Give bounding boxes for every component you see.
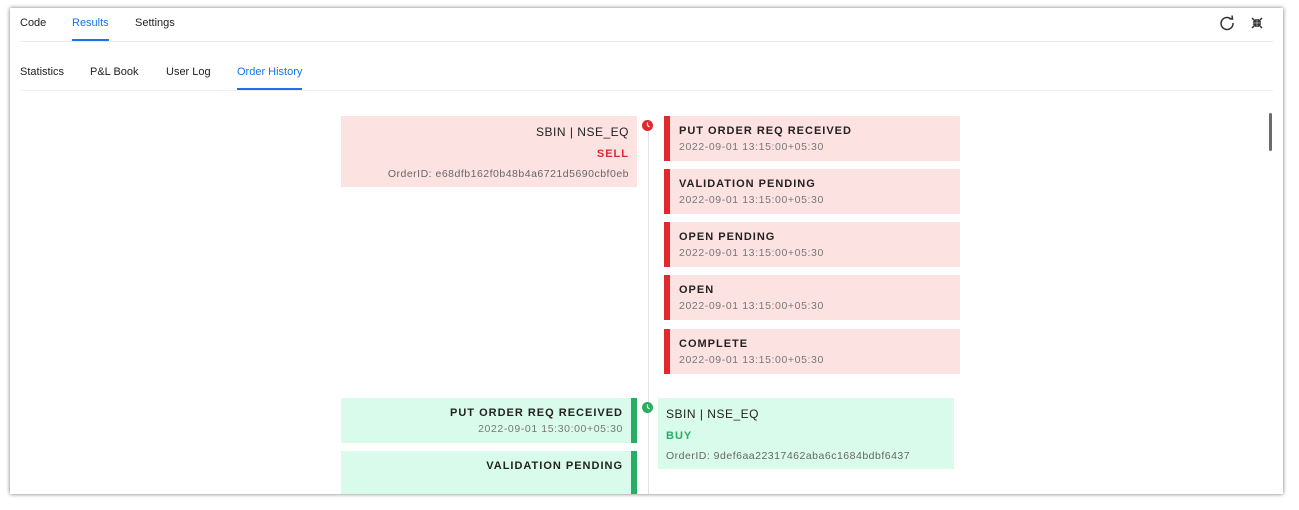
collapse-icon[interactable] <box>1248 14 1266 32</box>
results-panel: Code Results Settings Statistics P&L Boo… <box>10 8 1283 494</box>
status-time: 2022-09-01 13:15:00+05:30 <box>679 247 824 259</box>
clock-icon <box>642 402 653 413</box>
status-time: 2022-09-01 13:15:00+05:30 <box>679 354 824 366</box>
tab-order-history[interactable]: Order History <box>237 66 303 90</box>
status-name: OPEN <box>679 284 715 296</box>
status-item: VALIDATION PENDING <box>341 451 637 494</box>
order-card-sell: SBIN | NSE_EQ SELL OrderID: e68dfb162f0b… <box>341 116 637 187</box>
status-name: PUT ORDER REQ RECEIVED <box>450 407 623 419</box>
status-time: 2022-09-01 13:15:00+05:30 <box>679 194 824 206</box>
status-item: OPEN PENDING 2022-09-01 13:15:00+05:30 <box>664 222 960 267</box>
tab-user-log[interactable]: User Log <box>166 66 211 78</box>
tab-pl-book[interactable]: P&L Book <box>90 66 139 78</box>
tab-results[interactable]: Results <box>72 17 109 41</box>
status-name: VALIDATION PENDING <box>486 460 623 472</box>
clock-icon <box>642 120 653 131</box>
timeline-line <box>648 123 649 494</box>
status-name: PUT ORDER REQ RECEIVED <box>679 125 852 137</box>
order-symbol: SBIN | NSE_EQ <box>536 125 629 139</box>
status-item: PUT ORDER REQ RECEIVED 2022-09-01 15:30:… <box>341 398 637 443</box>
order-id: OrderID: 9def6aa22317462aba6c1684bdbf643… <box>666 450 911 462</box>
tab-statistics[interactable]: Statistics <box>20 66 64 78</box>
status-time: 2022-09-01 13:15:00+05:30 <box>679 141 824 153</box>
tab-code[interactable]: Code <box>20 17 46 29</box>
status-item: COMPLETE 2022-09-01 13:15:00+05:30 <box>664 329 960 374</box>
main-tab-bar: Code Results Settings <box>20 8 1273 42</box>
status-item: PUT ORDER REQ RECEIVED 2022-09-01 13:15:… <box>664 116 960 161</box>
order-card-buy: SBIN | NSE_EQ BUY OrderID: 9def6aa223174… <box>658 398 954 469</box>
refresh-icon[interactable] <box>1218 14 1236 32</box>
status-item: VALIDATION PENDING 2022-09-01 13:15:00+0… <box>664 169 960 214</box>
order-id: OrderID: e68dfb162f0b48b4a6721d5690cbf0e… <box>387 168 629 180</box>
results-sub-tab-bar: Statistics P&L Book User Log Order Histo… <box>20 42 1273 91</box>
status-name: VALIDATION PENDING <box>679 178 816 190</box>
status-item: OPEN 2022-09-01 13:15:00+05:30 <box>664 275 960 320</box>
status-time: 2022-09-01 13:15:00+05:30 <box>679 300 824 312</box>
status-name: COMPLETE <box>679 338 749 350</box>
order-symbol: SBIN | NSE_EQ <box>666 407 759 421</box>
scrollbar[interactable] <box>1269 113 1272 151</box>
tab-settings[interactable]: Settings <box>135 17 175 29</box>
status-time: 2022-09-01 15:30:00+05:30 <box>478 423 623 435</box>
order-side: BUY <box>666 430 693 442</box>
order-side: SELL <box>596 148 629 160</box>
status-name: OPEN PENDING <box>679 231 776 243</box>
